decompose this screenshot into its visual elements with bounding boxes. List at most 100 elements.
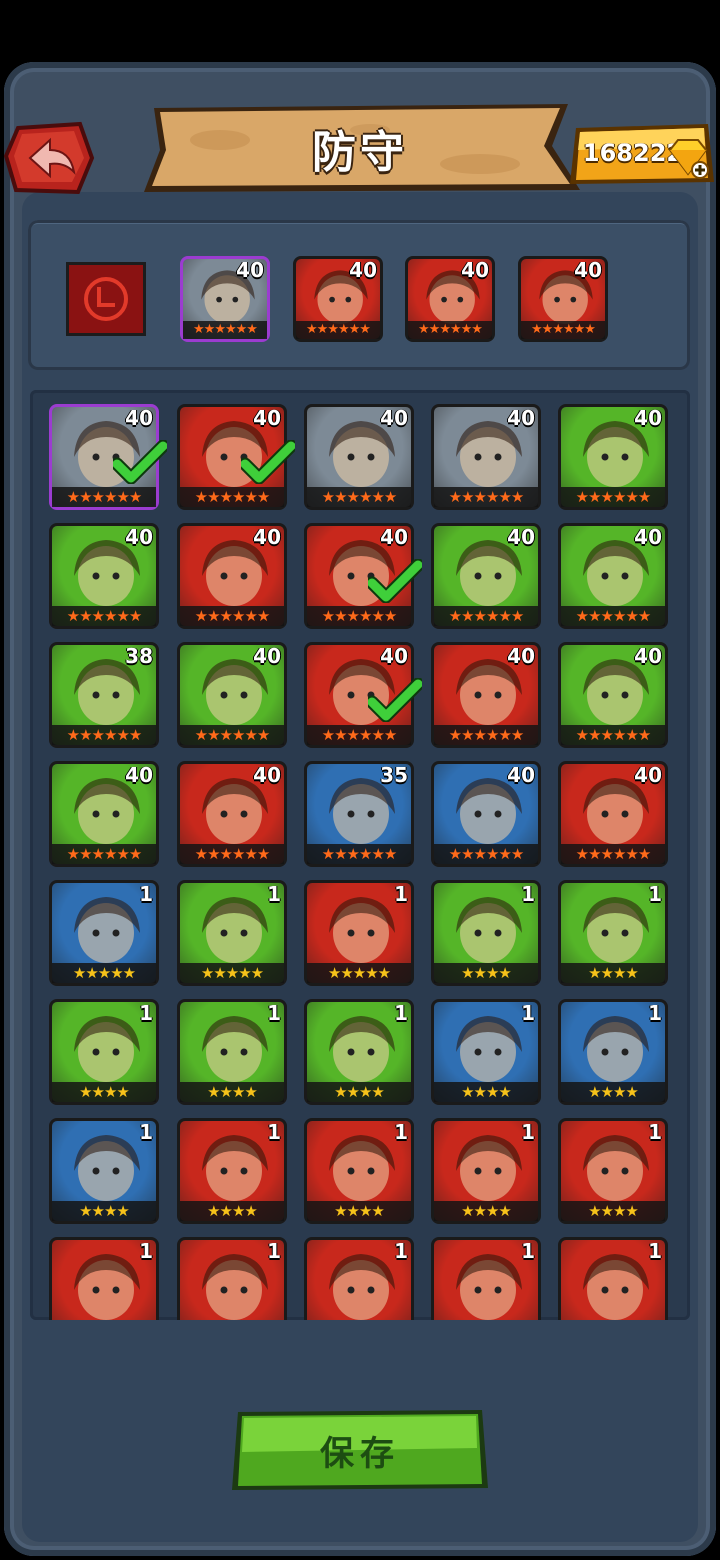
hero-stars: ★★★★ — [180, 1082, 284, 1102]
hero-level: 1 — [648, 1120, 662, 1144]
hero-card[interactable]: 40 ★★★★★★ — [177, 761, 287, 867]
hero-stars: ★★★★★★ — [434, 725, 538, 745]
hero-card[interactable]: 40 ★★★★★★ — [558, 404, 668, 510]
hero-level: 40 — [461, 258, 489, 282]
hero-level: 40 — [634, 406, 662, 430]
hero-card[interactable]: 1★★★★ — [177, 1237, 287, 1320]
back-button[interactable] — [3, 120, 96, 196]
hero-card[interactable]: 40 ★★★★★★ — [177, 642, 287, 748]
hero-stars: ★★★★★★ — [561, 844, 665, 864]
hero-stars: ★★★★★★ — [52, 487, 156, 507]
hero-card[interactable]: 1★★★★ — [304, 999, 414, 1105]
hero-card[interactable]: 40 ★★★★★★ — [558, 523, 668, 629]
hero-card[interactable]: 40 ★★★★★★ — [304, 523, 422, 629]
hero-stars: ★★★★★★ — [180, 606, 284, 626]
hero-card[interactable]: 1★★★★ — [431, 1237, 541, 1320]
hero-level: 40 — [125, 763, 153, 787]
save-button[interactable]: 保存 — [230, 1408, 490, 1492]
hero-card[interactable]: 40 ★★★★★★ — [431, 523, 541, 629]
hero-card[interactable]: 40 ★★★★★★ — [49, 404, 167, 510]
hero-level: 40 — [380, 644, 408, 668]
hero-stars: ★★★★★★ — [180, 487, 284, 507]
hero-card[interactable]: 40 ★★★★★★ — [177, 404, 295, 510]
hero-card[interactable]: 40 ★★★★★★ — [177, 523, 287, 629]
hero-card[interactable]: 1★★★★ — [558, 1118, 668, 1224]
hero-level: 1 — [521, 1001, 535, 1025]
hero-card[interactable]: 40 ★★★★★★ — [431, 404, 541, 510]
hero-card[interactable]: 40 ★★★★★★ — [180, 256, 270, 342]
hero-level: 40 — [380, 406, 408, 430]
hero-stars: ★★★★★★ — [307, 606, 411, 626]
hero-card[interactable]: 1★★★★ — [49, 1118, 159, 1224]
hero-level: 1 — [139, 1001, 153, 1025]
hero-stars: ★★★★ — [561, 1082, 665, 1102]
hero-card[interactable]: 1 ★★★★ — [49, 999, 159, 1105]
hero-level: 1 — [139, 1239, 153, 1263]
hero-card[interactable]: 1★★★★ — [304, 1237, 414, 1320]
hero-card[interactable]: 38 ★★★★★★ — [49, 642, 159, 748]
hero-stars: ★★★★★★ — [52, 725, 156, 745]
hero-level: 40 — [125, 406, 153, 430]
hero-level: 40 — [634, 763, 662, 787]
hero-card[interactable]: 1 ★★★★★ — [304, 880, 414, 986]
hero-card[interactable]: 40 ★★★★★★ — [405, 256, 495, 342]
hero-level: 1 — [394, 1120, 408, 1144]
hero-level: 40 — [507, 763, 535, 787]
formation-button[interactable] — [66, 262, 146, 336]
hero-card[interactable]: 1★★★★ — [558, 880, 668, 986]
hero-card[interactable]: 40 ★★★★★★ — [304, 404, 414, 510]
back-arrow-icon — [3, 121, 95, 195]
hero-card[interactable]: 1★★★★ — [49, 1237, 159, 1320]
hero-level: 1 — [648, 1001, 662, 1025]
hero-stars: ★★★★★★ — [180, 725, 284, 745]
hero-card[interactable]: 40 ★★★★★★ — [304, 642, 422, 748]
status-bar — [0, 0, 720, 60]
hero-card[interactable]: 40 ★★★★★★ — [49, 761, 159, 867]
hero-card[interactable]: 1 ★★★★★ — [177, 880, 287, 986]
hero-card[interactable]: 1 ★★★★★ — [49, 880, 159, 986]
hero-level: 1 — [648, 882, 662, 906]
hero-card[interactable]: 40 ★★★★★★ — [518, 256, 608, 342]
hero-card[interactable]: 40 ★★★★★★ — [49, 523, 159, 629]
roster-panel: 40 ★★★★★★ 40 ★★★★★★ 40 ★★★★★★ 40 ★★★★★★ 40 ★★★★★★… — [30, 390, 690, 1320]
hero-card[interactable]: 40 ★★★★★★ — [558, 642, 668, 748]
page-title: 防守 — [312, 127, 408, 178]
hero-card[interactable]: 40 ★★★★★★ — [558, 761, 668, 867]
hero-card[interactable]: 1 ★★★★ — [177, 999, 287, 1105]
hero-level: 1 — [139, 1120, 153, 1144]
hero-card[interactable]: 1★★★★ — [431, 1118, 541, 1224]
hero-level: 40 — [634, 525, 662, 549]
diamond-icon — [668, 139, 709, 179]
hero-level: 1 — [521, 882, 535, 906]
hero-card[interactable]: 1★★★★ — [431, 880, 541, 986]
hero-card[interactable]: 1★★★★ — [304, 1118, 414, 1224]
hero-level: 1 — [267, 1001, 281, 1025]
hero-card[interactable]: 1 ★★★★ — [558, 999, 668, 1105]
gem-counter[interactable]: 168222 — [568, 122, 716, 188]
hero-level: 40 — [253, 406, 281, 430]
hero-card[interactable]: 40 ★★★★★★ — [293, 256, 383, 342]
hero-level: 40 — [574, 258, 602, 282]
hero-card[interactable]: 35 ★★★★★★ — [304, 761, 414, 867]
hero-level: 1 — [267, 1239, 281, 1263]
hero-level: 1 — [521, 1120, 535, 1144]
hero-stars: ★★★★★★ — [434, 844, 538, 864]
hero-level: 40 — [253, 644, 281, 668]
hero-stars: ★★★★★★ — [296, 321, 380, 339]
hero-stars: ★★★★★★ — [408, 321, 492, 339]
hero-stars: ★★★★★★ — [561, 725, 665, 745]
hero-card[interactable]: 40 ★★★★★★ — [431, 761, 541, 867]
hero-card[interactable]: 1★★★★ — [558, 1237, 668, 1320]
hero-level: 35 — [380, 763, 408, 787]
selected-check-icon — [241, 440, 295, 484]
hero-card[interactable]: 40 ★★★★★★ — [431, 642, 541, 748]
hero-stars: ★★★★ — [52, 1082, 156, 1102]
hero-level: 40 — [634, 644, 662, 668]
hero-level: 40 — [507, 644, 535, 668]
hero-card[interactable]: 1★★★★ — [431, 999, 541, 1105]
hero-card[interactable]: 1★★★★ — [177, 1118, 287, 1224]
hero-level: 40 — [253, 763, 281, 787]
hero-stars: ★★★★★★ — [183, 321, 267, 339]
hero-stars: ★★★★ — [180, 1201, 284, 1221]
hero-level: 1 — [394, 1001, 408, 1025]
